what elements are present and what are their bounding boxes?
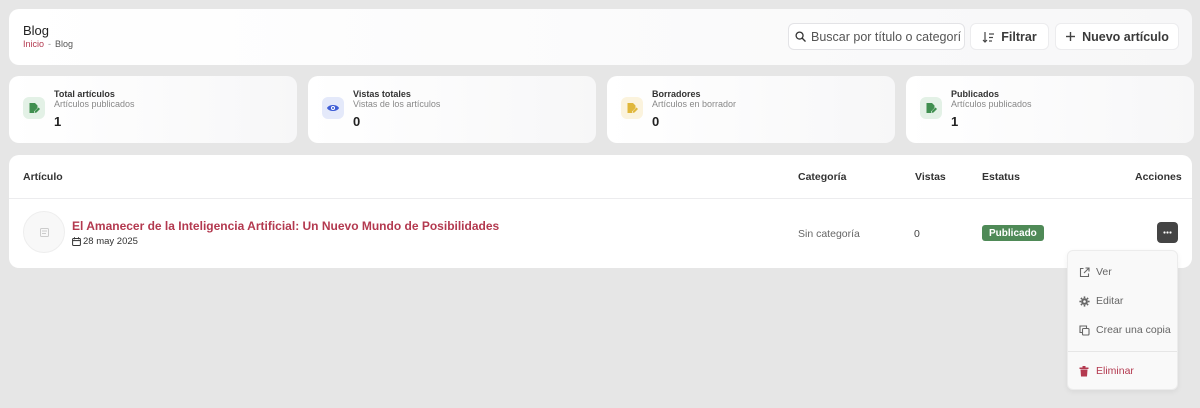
stat-value: 0 (652, 114, 660, 129)
stat-sublabel: Artículos publicados (951, 99, 1032, 109)
file-edit-icon (621, 97, 643, 119)
table-divider (9, 198, 1192, 199)
stat-label: Borradores (652, 89, 701, 99)
row-actions-button[interactable] (1157, 222, 1178, 243)
article-date: 28 may 2025 (72, 236, 138, 247)
search-box (788, 23, 965, 50)
stat-card-drafts: Borradores Artículos en borrador 0 (607, 76, 895, 143)
breadcrumb-home-link[interactable]: Inicio (23, 39, 44, 49)
menu-item-delete[interactable]: Eliminar (1078, 365, 1134, 377)
search-icon (795, 31, 806, 42)
menu-item-label: Eliminar (1096, 365, 1134, 377)
page-header: Blog Inicio-Blog Filtrar Nuevo artículo (9, 9, 1192, 65)
new-article-button[interactable]: Nuevo artículo (1055, 23, 1179, 50)
menu-item-label: Ver (1096, 266, 1112, 278)
menu-divider (1068, 351, 1177, 352)
sort-filter-icon (982, 31, 995, 43)
menu-item-edit[interactable]: Editar (1078, 295, 1123, 307)
menu-item-view[interactable]: Ver (1078, 266, 1112, 278)
stat-card-total-views: Vistas totales Vistas de los artículos 0 (308, 76, 596, 143)
stat-value: 1 (951, 114, 959, 129)
search-input[interactable] (811, 29, 961, 44)
image-placeholder-icon (39, 227, 49, 237)
row-actions-menu: Ver Editar Crear una copia Eliminar (1067, 250, 1178, 390)
article-thumbnail (23, 211, 65, 253)
page-title: Blog (23, 23, 50, 38)
menu-item-label: Crear una copia (1096, 324, 1171, 336)
more-horizontal-icon (1163, 231, 1172, 234)
stat-value: 0 (353, 114, 361, 129)
copy-icon (1078, 324, 1090, 336)
stat-value: 1 (54, 114, 62, 129)
breadcrumb: Inicio - Blog (23, 39, 73, 49)
column-header-views[interactable]: Vistas (915, 171, 946, 183)
column-header-article[interactable]: Artículo (23, 171, 63, 183)
article-views: 0 (914, 228, 920, 240)
file-edit-icon (23, 97, 45, 119)
column-header-status[interactable]: Estatus (982, 171, 1020, 183)
gear-icon (1078, 295, 1090, 307)
menu-item-label: Editar (1096, 295, 1124, 307)
stat-card-published: Publicados Artículos publicados 1 (906, 76, 1194, 143)
column-header-actions: Acciones (1135, 171, 1182, 183)
stat-sublabel: Artículos en borrador (652, 99, 737, 109)
eye-icon (322, 97, 344, 119)
article-title-link[interactable]: El Amanecer de la Inteligencia Artificia… (72, 219, 499, 233)
status-badge: Publicado (982, 225, 1044, 241)
stat-label: Total artículos (54, 89, 115, 99)
stat-sublabel: Vistas de los artículos (353, 99, 441, 109)
trash-icon (1078, 365, 1090, 377)
filter-button-label: Filtrar (1001, 29, 1037, 44)
stat-card-total-articles: Total artículos Artículos publicados 1 (9, 76, 297, 143)
external-link-icon (1078, 266, 1090, 278)
article-date-text: 28 may 2025 (83, 236, 138, 247)
stat-sublabel: Artículos publicados (54, 99, 135, 109)
article-category: Sin categoría (798, 228, 860, 240)
calendar-icon (72, 237, 81, 246)
menu-item-duplicate[interactable]: Crear una copia (1078, 324, 1171, 336)
filter-button[interactable]: Filtrar (970, 23, 1049, 50)
breadcrumb-separator: - (48, 39, 52, 49)
stat-label: Vistas totales (353, 89, 411, 99)
new-article-button-label: Nuevo artículo (1082, 29, 1169, 44)
breadcrumb-current: Blog (55, 39, 74, 49)
column-header-category[interactable]: Categoría (798, 171, 846, 183)
file-edit-icon (920, 97, 942, 119)
articles-table: Artículo Categoría Vistas Estatus Accion… (9, 155, 1192, 268)
plus-icon (1065, 31, 1076, 42)
stat-label: Publicados (951, 89, 1000, 99)
